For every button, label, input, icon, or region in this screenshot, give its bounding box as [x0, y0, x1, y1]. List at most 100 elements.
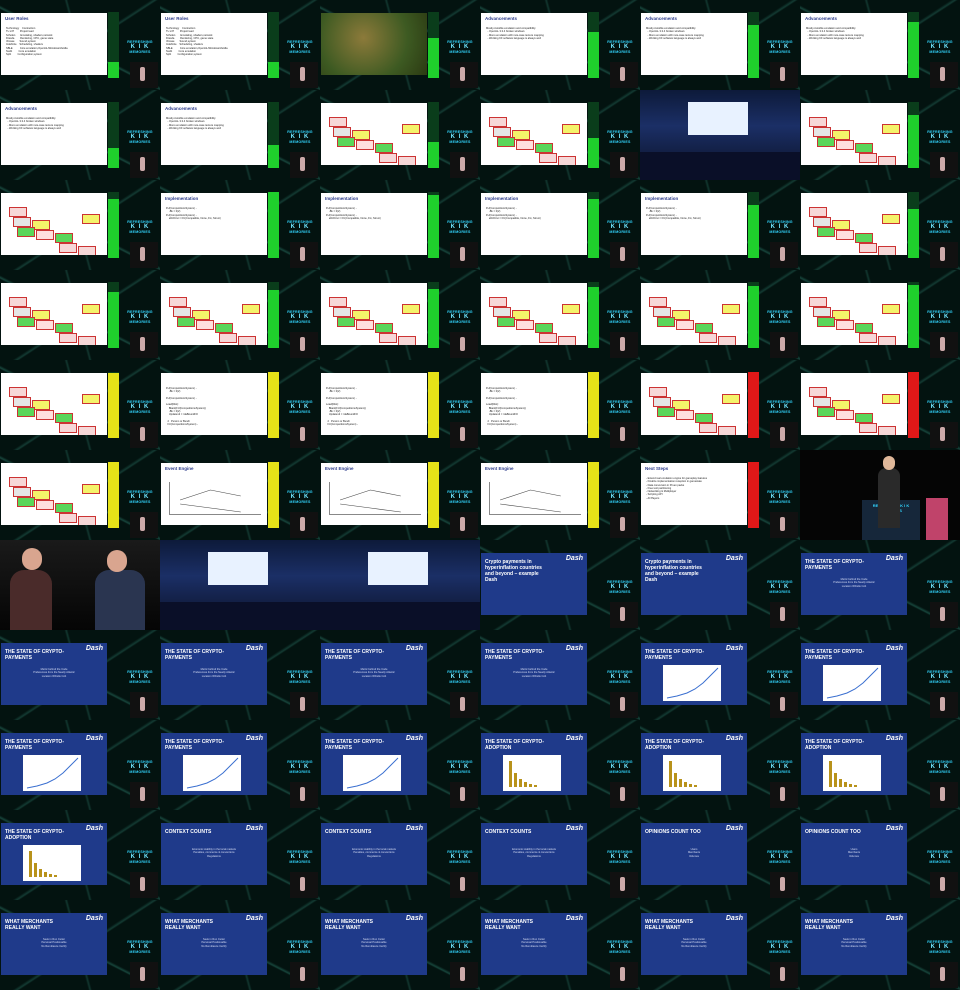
video-thumbnail[interactable]: Dash THE STATE OF CRYPTO-PAYMENTS Metric b… [160, 630, 320, 720]
level-meter [268, 462, 279, 528]
video-thumbnail[interactable]: Dash WHAT MERCHANTS REALLY WANT Seek in Ru… [0, 900, 160, 990]
video-thumbnail[interactable]: Dash WHAT MERCHANTS REALLY WANT Seek in Ru… [160, 900, 320, 990]
video-thumbnail[interactable]: Implementation FU(CompetitionsSystem) - -… [320, 180, 480, 270]
video-thumbnail[interactable] [160, 540, 320, 630]
video-thumbnail[interactable]: Dash THE STATE OF CRYPTO-PAYMENTS Metric b… [320, 630, 480, 720]
video-thumbnail[interactable]: Dash CONTEXT COUNTS Economic stability in … [320, 810, 480, 900]
chart-panel [503, 755, 561, 791]
video-thumbnail[interactable]: Implementation FU(CompetitionsSystem) - -… [640, 180, 800, 270]
event-logo: REFRESHING K I K MEMORIES [920, 40, 960, 55]
video-thumbnail[interactable]: Implementation FU(CompetitionsSystem) - -… [160, 180, 320, 270]
video-thumbnail[interactable]: REFRESHING K I K MEMORIES [0, 180, 160, 270]
video-thumbnail[interactable]: Dash THE STATE OF CRYPTO-PAYMENTS Metric b… [0, 630, 160, 720]
video-thumbnail[interactable] [0, 540, 160, 630]
video-thumbnail[interactable]: Dash THE STATE OF CRYPTO-PAYMENTS Metric b… [800, 540, 960, 630]
video-thumbnail[interactable]: Dash THE STATE OF CRYPTO-PAYMENTS Metric b… [480, 630, 640, 720]
speaker-inset [290, 512, 318, 538]
video-thumbnail[interactable]: Dash OPINIONS COUNT TOO Users Merchants Vo… [800, 810, 960, 900]
video-thumbnail[interactable]: User Roles Technology Contraction TL:L37 … [0, 0, 160, 90]
slide-title: WHAT MERCHANTS REALLY WANT [805, 919, 853, 931]
video-thumbnail[interactable]: Advancements Mostly-invisible emulation a… [640, 0, 800, 90]
video-thumbnail[interactable]: Dash THE STATE OF CRYPTO-ADOPTION REFRESHI… [640, 720, 800, 810]
video-thumbnail[interactable]: REFRESHING K I K MEMORIES [640, 360, 800, 450]
video-thumbnail[interactable]: Dash Crypto payments in hyperinflation co… [480, 540, 640, 630]
video-thumbnail[interactable]: Dash THE STATE OF CRYPTO-PAYMENTS REFRESHI… [160, 720, 320, 810]
level-meter [588, 102, 599, 168]
diagram-box [878, 336, 896, 345]
video-thumbnail[interactable]: REFRESHING K I K MEMORIES [320, 90, 480, 180]
video-thumbnail[interactable]: Dash WHAT MERCHANTS REALLY WANT Seek in Ru… [640, 900, 800, 990]
diagram-box [55, 413, 73, 423]
video-thumbnail[interactable]: REFRESHING K I K MEMORIES [320, 270, 480, 360]
video-thumbnail[interactable]: Dash THE STATE OF CRYPTO-ADOPTION REFRESHI… [480, 720, 640, 810]
slide-title: OPINIONS COUNT TOO [805, 829, 861, 835]
logo-bottom: MEMORIES [129, 500, 151, 504]
level-meter [588, 372, 599, 438]
video-thumbnail[interactable]: Event Engine REFRESHING K I K MEMORIES [320, 450, 480, 540]
video-thumbnail[interactable]: REFRESHING K I K MEMORIES [0, 270, 160, 360]
video-thumbnail[interactable]: Dash THE STATE OF CRYPTO-PAYMENTS REFRESHI… [0, 720, 160, 810]
growth-line-chart [186, 757, 239, 789]
diagram-box [493, 127, 511, 137]
video-thumbnail[interactable]: Dash WHAT MERCHANTS REALLY WANT Seek in Ru… [480, 900, 640, 990]
speaker-inset [130, 782, 158, 808]
slide-frame: Dash WHAT MERCHANTS REALLY WANT Seek in Ru… [801, 913, 907, 975]
video-thumbnail[interactable]: REFRESHING K I K MEMORIES [480, 270, 640, 360]
level-meter [108, 102, 119, 168]
level-meter [428, 282, 439, 348]
video-thumbnail[interactable]: REFRESHING K I K MEMORIES [0, 450, 160, 540]
video-thumbnail[interactable]: REFRESHING K I K MEMORIES [800, 450, 960, 540]
slide-frame: Dash WHAT MERCHANTS REALLY WANT Seek in Ru… [321, 913, 427, 975]
logo-bottom: MEMORIES [769, 230, 791, 234]
event-logo: REFRESHING K I K MEMORIES [120, 850, 160, 865]
slide-body: Economic stability in the local markets … [352, 848, 396, 858]
video-thumbnail[interactable]: Advancements Mostly-invisible emulation a… [480, 0, 640, 90]
video-thumbnail[interactable]: Dash Crypto payments in hyperinflation co… [640, 540, 800, 630]
video-thumbnail[interactable]: Dash THE STATE OF CRYPTO-ADOPTION REFRESHI… [0, 810, 160, 900]
event-engine-chart [329, 482, 421, 515]
video-thumbnail[interactable]: Advancements Mostly-invisible emulation a… [0, 90, 160, 180]
diagram-box [356, 320, 374, 330]
video-thumbnail[interactable]: User Roles Technology Contraction TL:L37 … [160, 0, 320, 90]
level-meter-fill [908, 21, 919, 78]
video-thumbnail[interactable]: REFRESHING K I K MEMORIES [800, 360, 960, 450]
video-thumbnail[interactable]: FU(CompetitionsSystem) - -Bk = 0(2) FU(C… [320, 360, 480, 450]
video-thumbnail[interactable]: Next Steps - Extend real emulation engine… [640, 450, 800, 540]
video-thumbnail[interactable]: Dash WHAT MERCHANTS REALLY WANT Seek in Ru… [320, 900, 480, 990]
level-meter-fill [588, 372, 599, 438]
speaker-inset [450, 692, 478, 718]
level-meter [108, 192, 119, 258]
video-thumbnail[interactable]: REFRESHING K I K MEMORIES [800, 270, 960, 360]
video-thumbnail[interactable]: REFRESHING K I K MEMORIES [480, 90, 640, 180]
video-thumbnail[interactable]: FU(CompetitionsSystem) - -Bk = 0(2) FU(C… [480, 360, 640, 450]
video-thumbnail[interactable]: Dash CONTEXT COUNTS Economic stability in … [480, 810, 640, 900]
video-thumbnail[interactable]: Event Engine REFRESHING K I K MEMORIES [160, 450, 320, 540]
video-thumbnail[interactable]: Advancements Mostly-invisible emulation a… [160, 90, 320, 180]
video-thumbnail[interactable]: REFRESHING K I K MEMORIES [0, 360, 160, 450]
video-thumbnail[interactable]: Dash THE STATE OF CRYPTO-PAYMENTS REFRESHI… [640, 630, 800, 720]
video-thumbnail[interactable]: Dash WHAT MERCHANTS REALLY WANT Seek in Ru… [800, 900, 960, 990]
video-thumbnail[interactable]: REFRESHING K I K MEMORIES [800, 180, 960, 270]
diagram-box [718, 336, 736, 345]
video-thumbnail[interactable]: Implementation FU(CompetitionsSystem) - -… [480, 180, 640, 270]
video-thumbnail[interactable]: Dash THE STATE OF CRYPTO-ADOPTION REFRESHI… [800, 720, 960, 810]
video-thumbnail[interactable]: FU(CompetitionsSystem) - -Bk = 0(2) FU(C… [160, 360, 320, 450]
video-thumbnail[interactable]: REFRESHING K I K MEMORIES [800, 90, 960, 180]
video-thumbnail[interactable]: Dash OPINIONS COUNT TOO Users Merchants Vo… [640, 810, 800, 900]
slide-body: FU(CompetitionsSystem) - -Bk = 0(2) FU(C… [326, 207, 381, 220]
speaker-inset [930, 782, 958, 808]
video-thumbnail[interactable] [320, 540, 480, 630]
video-thumbnail[interactable]: REFRESHING K I K MEMORIES [160, 270, 320, 360]
video-thumbnail[interactable]: REFRESHING K I K MEMORIES [320, 0, 480, 90]
event-logo: REFRESHING K I K MEMORIES [440, 670, 480, 685]
video-thumbnail[interactable]: Advancements Mostly-invisible emulation a… [800, 0, 960, 90]
video-thumbnail[interactable]: Dash THE STATE OF CRYPTO-PAYMENTS REFRESHI… [800, 630, 960, 720]
video-thumbnail[interactable]: Event Engine REFRESHING K I K MEMORIES [480, 450, 640, 540]
logo-bottom: MEMORIES [929, 140, 951, 144]
video-thumbnail[interactable]: REFRESHING K I K MEMORIES [640, 270, 800, 360]
video-thumbnail[interactable] [640, 90, 800, 180]
speaker-inset [130, 62, 158, 88]
video-thumbnail[interactable]: Dash THE STATE OF CRYPTO-PAYMENTS REFRESHI… [320, 720, 480, 810]
dash-logo: Dash [725, 735, 743, 742]
video-thumbnail[interactable]: Dash CONTEXT COUNTS Economic stability in … [160, 810, 320, 900]
